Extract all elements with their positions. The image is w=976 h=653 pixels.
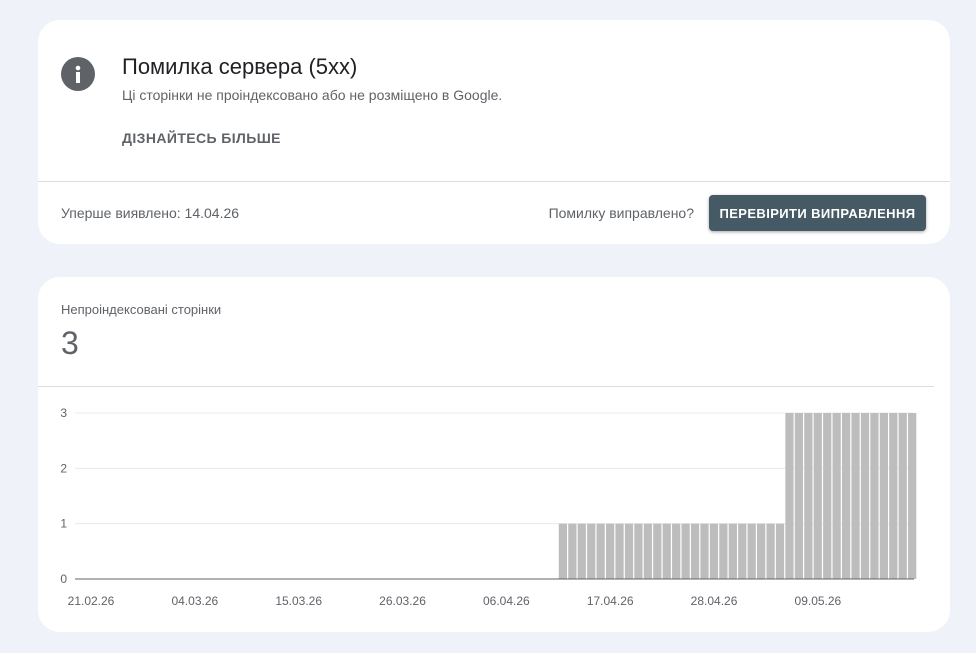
chart-bar	[587, 523, 596, 579]
y-tick-label: 3	[60, 406, 67, 420]
chart-bar	[662, 523, 671, 579]
x-tick-label: 04.03.26	[171, 594, 218, 608]
chart-card: Непроіндексовані сторінки 3 0 1 2 3 21.02.26…	[38, 277, 950, 632]
chart-bar	[728, 523, 737, 579]
chart-bar	[823, 413, 832, 579]
chart-bar	[757, 523, 766, 579]
chart-bar	[568, 523, 577, 579]
divider	[38, 181, 950, 182]
chart-bar	[605, 523, 615, 579]
chart-bar	[870, 413, 879, 579]
chart-bar	[643, 523, 652, 579]
chart-bar	[596, 523, 605, 579]
chart-bar	[672, 523, 681, 579]
y-tick-label: 0	[60, 572, 67, 586]
chart-bar	[766, 523, 775, 579]
chart-bar	[860, 413, 870, 579]
validate-fix-button[interactable]: ПЕРЕВІРИТИ ВИПРАВЛЕННЯ	[709, 195, 926, 231]
y-tick-label: 2	[60, 461, 67, 475]
chart-bar	[653, 523, 662, 579]
first-detected-date: Уперше виявлено: 14.04.26	[61, 205, 240, 221]
chart-bar	[577, 523, 586, 579]
chart-bar	[785, 413, 794, 579]
chart-bar	[889, 413, 898, 579]
chart-bar	[738, 523, 747, 579]
fixed-question-label: Помилку виправлено?	[548, 205, 694, 221]
issue-card: Помилка сервера (5xx) Ці сторінки не про…	[38, 20, 950, 244]
chart-bar	[681, 523, 690, 579]
chart-bar	[794, 413, 804, 579]
x-tick-label: 21.02.26	[68, 594, 115, 608]
chart-bar	[879, 413, 888, 579]
chart-bar	[719, 523, 728, 579]
chart-bar	[775, 523, 785, 579]
x-tick-label: 06.04.26	[483, 594, 530, 608]
issue-description: Ці сторінки не проіндексовано або не роз…	[122, 87, 503, 103]
issue-title: Помилка сервера (5xx)	[122, 54, 358, 79]
x-tick-label: 28.04.26	[691, 594, 738, 608]
chart-bar	[908, 413, 917, 579]
x-tick-label: 09.05.26	[795, 594, 842, 608]
chart-bar	[851, 413, 860, 579]
x-tick-label: 17.04.26	[587, 594, 634, 608]
chart-bar	[747, 523, 756, 579]
chart-bar	[615, 523, 624, 579]
chart-bar	[832, 413, 841, 579]
y-tick-label: 1	[60, 517, 67, 531]
chart-bar	[804, 413, 813, 579]
chart-bar	[841, 413, 851, 579]
chart-bar	[898, 413, 907, 579]
chart-bar	[813, 413, 822, 579]
learn-more-link[interactable]: ДІЗНАЙТЕСЬ БІЛЬШЕ	[122, 130, 281, 146]
x-tick-label: 15.03.26	[275, 594, 322, 608]
chart-bar	[709, 523, 719, 579]
info-icon	[61, 57, 95, 91]
x-tick-label: 26.03.26	[379, 594, 426, 608]
bar-chart: 0 1 2 3 21.02.26 04.03.26 15.03.26 26.03.26 06.0…	[60, 406, 917, 608]
chart-bar	[634, 523, 643, 579]
chart-bar	[624, 523, 634, 579]
chart-bar	[690, 523, 700, 579]
chart-bar	[700, 523, 709, 579]
chart-bar	[558, 523, 568, 579]
